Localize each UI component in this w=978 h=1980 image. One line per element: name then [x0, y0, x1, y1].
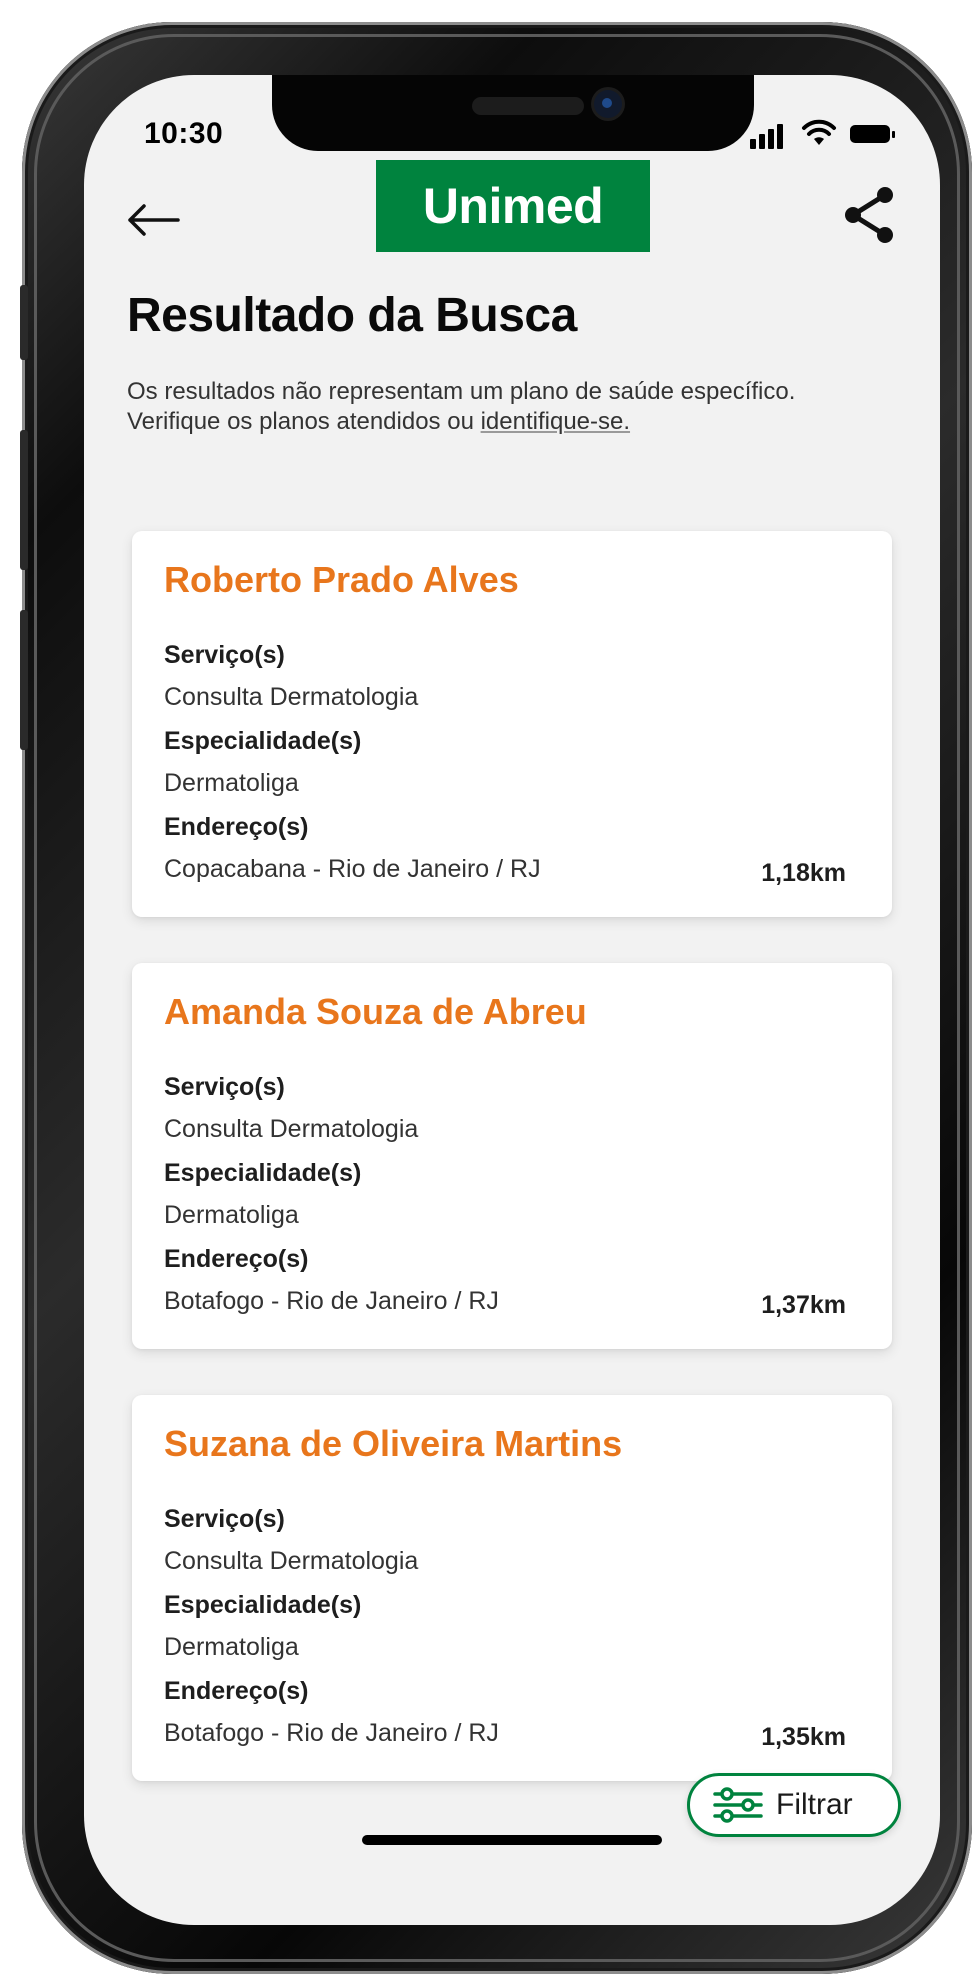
filter-button[interactable]: Filtrar: [687, 1773, 901, 1837]
status-time: 10:30: [144, 117, 224, 150]
address-value: Botafogo - Rio de Janeiro / RJ: [164, 1287, 499, 1315]
result-card[interactable]: Amanda Souza de Abreu Serviço(s) Consult…: [132, 963, 892, 1349]
services-label: Serviço(s): [164, 1073, 285, 1101]
battery-icon: [850, 125, 890, 143]
result-card[interactable]: Suzana de Oliveira Martins Serviço(s) Co…: [132, 1395, 892, 1781]
battery-tip: [892, 131, 895, 138]
silent-switch: [20, 285, 28, 360]
specialties-value: Dermatoliga: [164, 1633, 299, 1661]
addresses-label: Endereço(s): [164, 813, 309, 841]
professional-name[interactable]: Amanda Souza de Abreu: [164, 991, 587, 1033]
home-indicator[interactable]: [362, 1835, 662, 1845]
notch: [272, 75, 754, 151]
front-camera: [594, 90, 622, 118]
address-value: Copacabana - Rio de Janeiro / RJ: [164, 855, 541, 883]
specialties-value: Dermatoliga: [164, 1201, 299, 1229]
professional-name[interactable]: Roberto Prado Alves: [164, 559, 519, 601]
specialties-value: Dermatoliga: [164, 769, 299, 797]
volume-down-button: [20, 610, 28, 750]
share-button[interactable]: [829, 175, 909, 255]
search-disclaimer: Os resultados não representam um plano d…: [127, 377, 887, 437]
services-label: Serviço(s): [164, 1505, 285, 1533]
specialties-label: Especialidade(s): [164, 1159, 362, 1187]
filter-label: Filtrar: [776, 1788, 853, 1821]
speaker-grille: [472, 97, 584, 115]
disclaimer-text: Os resultados não representam um plano d…: [127, 378, 796, 435]
distance: 1,18km: [761, 859, 846, 887]
identify-link[interactable]: identifique-se.: [481, 408, 630, 435]
specialties-label: Especialidade(s): [164, 727, 362, 755]
unimed-logo: Unimed: [376, 160, 650, 252]
specialties-label: Especialidade(s): [164, 1591, 362, 1619]
volume-up-button: [20, 430, 28, 570]
address-value: Botafogo - Rio de Janeiro / RJ: [164, 1719, 499, 1747]
addresses-label: Endereço(s): [164, 1677, 309, 1705]
arrow-left-icon: [128, 204, 180, 236]
back-button[interactable]: [118, 185, 188, 255]
wifi-icon: [802, 119, 836, 145]
sliders-icon: [713, 1787, 763, 1823]
distance: 1,37km: [761, 1291, 846, 1319]
services-value: Consulta Dermatologia: [164, 683, 419, 711]
page-title: Resultado da Busca: [127, 289, 577, 342]
share-icon: [845, 187, 893, 243]
services-value: Consulta Dermatologia: [164, 1115, 419, 1143]
app-screen: 10:30 Unimed Resultado da Busca Os resul…: [84, 75, 940, 1925]
professional-name[interactable]: Suzana de Oliveira Martins: [164, 1423, 622, 1465]
status-icons: [750, 119, 900, 149]
services-label: Serviço(s): [164, 641, 285, 669]
distance: 1,35km: [761, 1723, 846, 1751]
addresses-label: Endereço(s): [164, 1245, 309, 1273]
result-card[interactable]: Roberto Prado Alves Serviço(s) Consulta …: [132, 531, 892, 917]
services-value: Consulta Dermatologia: [164, 1547, 419, 1575]
